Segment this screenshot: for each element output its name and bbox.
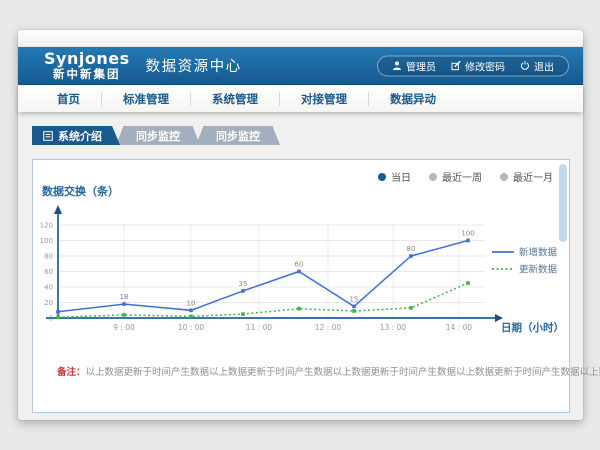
data-point bbox=[352, 305, 356, 309]
x-axis-arrow-icon bbox=[495, 314, 503, 322]
filter-last-month-label: 最近一月 bbox=[513, 169, 553, 184]
user-icon bbox=[392, 61, 402, 71]
x-axis-title: 日期（小时） bbox=[501, 321, 564, 334]
y-axis-title: 数据交换（条） bbox=[42, 184, 119, 198]
tab-system-intro-label: 系统介绍 bbox=[58, 128, 102, 144]
y-tick-label: 20 bbox=[44, 299, 53, 307]
data-point bbox=[189, 315, 193, 319]
footnote-label: 备注： bbox=[57, 367, 86, 378]
filter-today[interactable]: 当日 bbox=[378, 169, 411, 184]
logo: Synjones 新中新集团 bbox=[44, 50, 130, 82]
data-point bbox=[352, 309, 356, 313]
filter-today-label: 当日 bbox=[391, 169, 411, 184]
data-point bbox=[122, 302, 126, 306]
data-point bbox=[122, 313, 126, 317]
radio-icon bbox=[500, 173, 508, 181]
y-tick-label: 60 bbox=[44, 268, 53, 276]
data-point-label: 80 bbox=[407, 245, 416, 253]
user-menu: 管理员 修改密码 退出 bbox=[377, 55, 569, 76]
data-point bbox=[297, 307, 301, 311]
radio-icon bbox=[429, 173, 437, 181]
data-point bbox=[56, 315, 60, 319]
logout-button-label: 退出 bbox=[534, 58, 554, 73]
data-point-label: 35 bbox=[239, 280, 248, 288]
tab-bar: 系统介绍 同步监控 同步监控 bbox=[32, 126, 583, 145]
data-point bbox=[466, 281, 470, 285]
app-window: Synjones 新中新集团 数据资源中心 管理员修改密码退出 首页标准管理系统… bbox=[18, 30, 583, 420]
tab-sync-monitor-1-label: 同步监控 bbox=[136, 128, 180, 144]
data-point bbox=[56, 310, 60, 314]
y-tick-label: 100 bbox=[40, 237, 53, 245]
logo-text-en: Synjones bbox=[44, 50, 130, 68]
footnote: 备注：以上数据更新于时间产生数据以上数据更新于时间产生数据以上数据更新于时间产生… bbox=[57, 364, 600, 378]
edit-icon bbox=[451, 61, 461, 71]
data-point bbox=[297, 270, 301, 274]
y-tick-label: 120 bbox=[40, 222, 53, 230]
data-point-label: 18 bbox=[120, 293, 129, 301]
nav-home[interactable]: 首页 bbox=[36, 92, 102, 106]
user-button[interactable]: 管理员 bbox=[392, 58, 436, 73]
user-button-label: 管理员 bbox=[406, 58, 436, 73]
data-point bbox=[241, 289, 245, 293]
main-nav: 首页标准管理系统管理对接管理数据异动 bbox=[18, 85, 583, 112]
footnote-text: 以上数据更新于时间产生数据以上数据更新于时间产生数据以上数据更新于时间产生数据以… bbox=[86, 367, 600, 378]
y-tick-label: 80 bbox=[44, 253, 53, 261]
content-panel: 当日最近一周最近一月 0204060801001209 : 0010 : 001… bbox=[32, 159, 570, 413]
change-password-button-label: 修改密码 bbox=[465, 58, 505, 73]
nav-data-change[interactable]: 数据异动 bbox=[369, 92, 457, 106]
data-point bbox=[241, 312, 245, 316]
x-tick-label: 12 : 00 bbox=[315, 323, 342, 332]
y-tick-label: 40 bbox=[44, 284, 53, 292]
data-point-label: 100 bbox=[461, 230, 474, 238]
nav-system-mgmt[interactable]: 系统管理 bbox=[191, 92, 280, 106]
logout-button[interactable]: 退出 bbox=[520, 58, 554, 73]
scrollbar-thumb[interactable] bbox=[559, 164, 567, 242]
data-point-label: 60 bbox=[295, 261, 304, 269]
nav-integration-mgmt[interactable]: 对接管理 bbox=[280, 92, 369, 106]
x-tick-label: 13 : 00 bbox=[380, 323, 407, 332]
x-tick-label: 11 : 00 bbox=[246, 323, 273, 332]
form-icon bbox=[43, 131, 53, 141]
x-tick-label: 14 : 00 bbox=[446, 323, 473, 332]
time-filter-group: 当日 最近一周 最近一月 bbox=[378, 169, 553, 184]
data-point-label: 15 bbox=[350, 295, 359, 303]
change-password-button[interactable]: 修改密码 bbox=[451, 58, 505, 73]
data-point bbox=[466, 239, 470, 243]
tab-sync-monitor-2-label: 同步监控 bbox=[216, 128, 260, 144]
power-icon bbox=[520, 61, 530, 71]
data-point-label: 10 bbox=[187, 299, 196, 307]
data-point bbox=[409, 306, 413, 310]
tab-system-intro[interactable]: 系统介绍 bbox=[32, 126, 120, 145]
filter-last-week-label: 最近一周 bbox=[442, 169, 482, 184]
tab-sync-monitor-2[interactable]: 同步监控 bbox=[196, 126, 280, 145]
data-point bbox=[189, 309, 193, 313]
x-tick-label: 10 : 00 bbox=[178, 323, 205, 332]
nav-standard-mgmt[interactable]: 标准管理 bbox=[102, 92, 191, 106]
radio-icon bbox=[378, 173, 386, 181]
main-content: 系统介绍同步监控同步监控 当日最近一周最近一月 0204060801001209… bbox=[18, 126, 583, 433]
data-point bbox=[409, 254, 413, 258]
legend-label: 更新数据 bbox=[519, 264, 558, 276]
tab-sync-monitor-1[interactable]: 同步监控 bbox=[116, 126, 200, 145]
logo-text-cn: 新中新集团 bbox=[44, 68, 130, 81]
filter-last-week[interactable]: 最近一周 bbox=[429, 169, 482, 184]
app-header: Synjones 新中新集团 数据资源中心 管理员 修改密码 退出 bbox=[18, 47, 583, 85]
filter-last-month[interactable]: 最近一月 bbox=[500, 169, 553, 184]
window-top-strip bbox=[18, 30, 583, 47]
x-tick-label: 9 : 00 bbox=[113, 323, 135, 332]
page-title: 数据资源中心 bbox=[146, 55, 242, 76]
y-axis-arrow-icon bbox=[54, 205, 62, 214]
legend-label: 新增数据 bbox=[519, 247, 558, 259]
